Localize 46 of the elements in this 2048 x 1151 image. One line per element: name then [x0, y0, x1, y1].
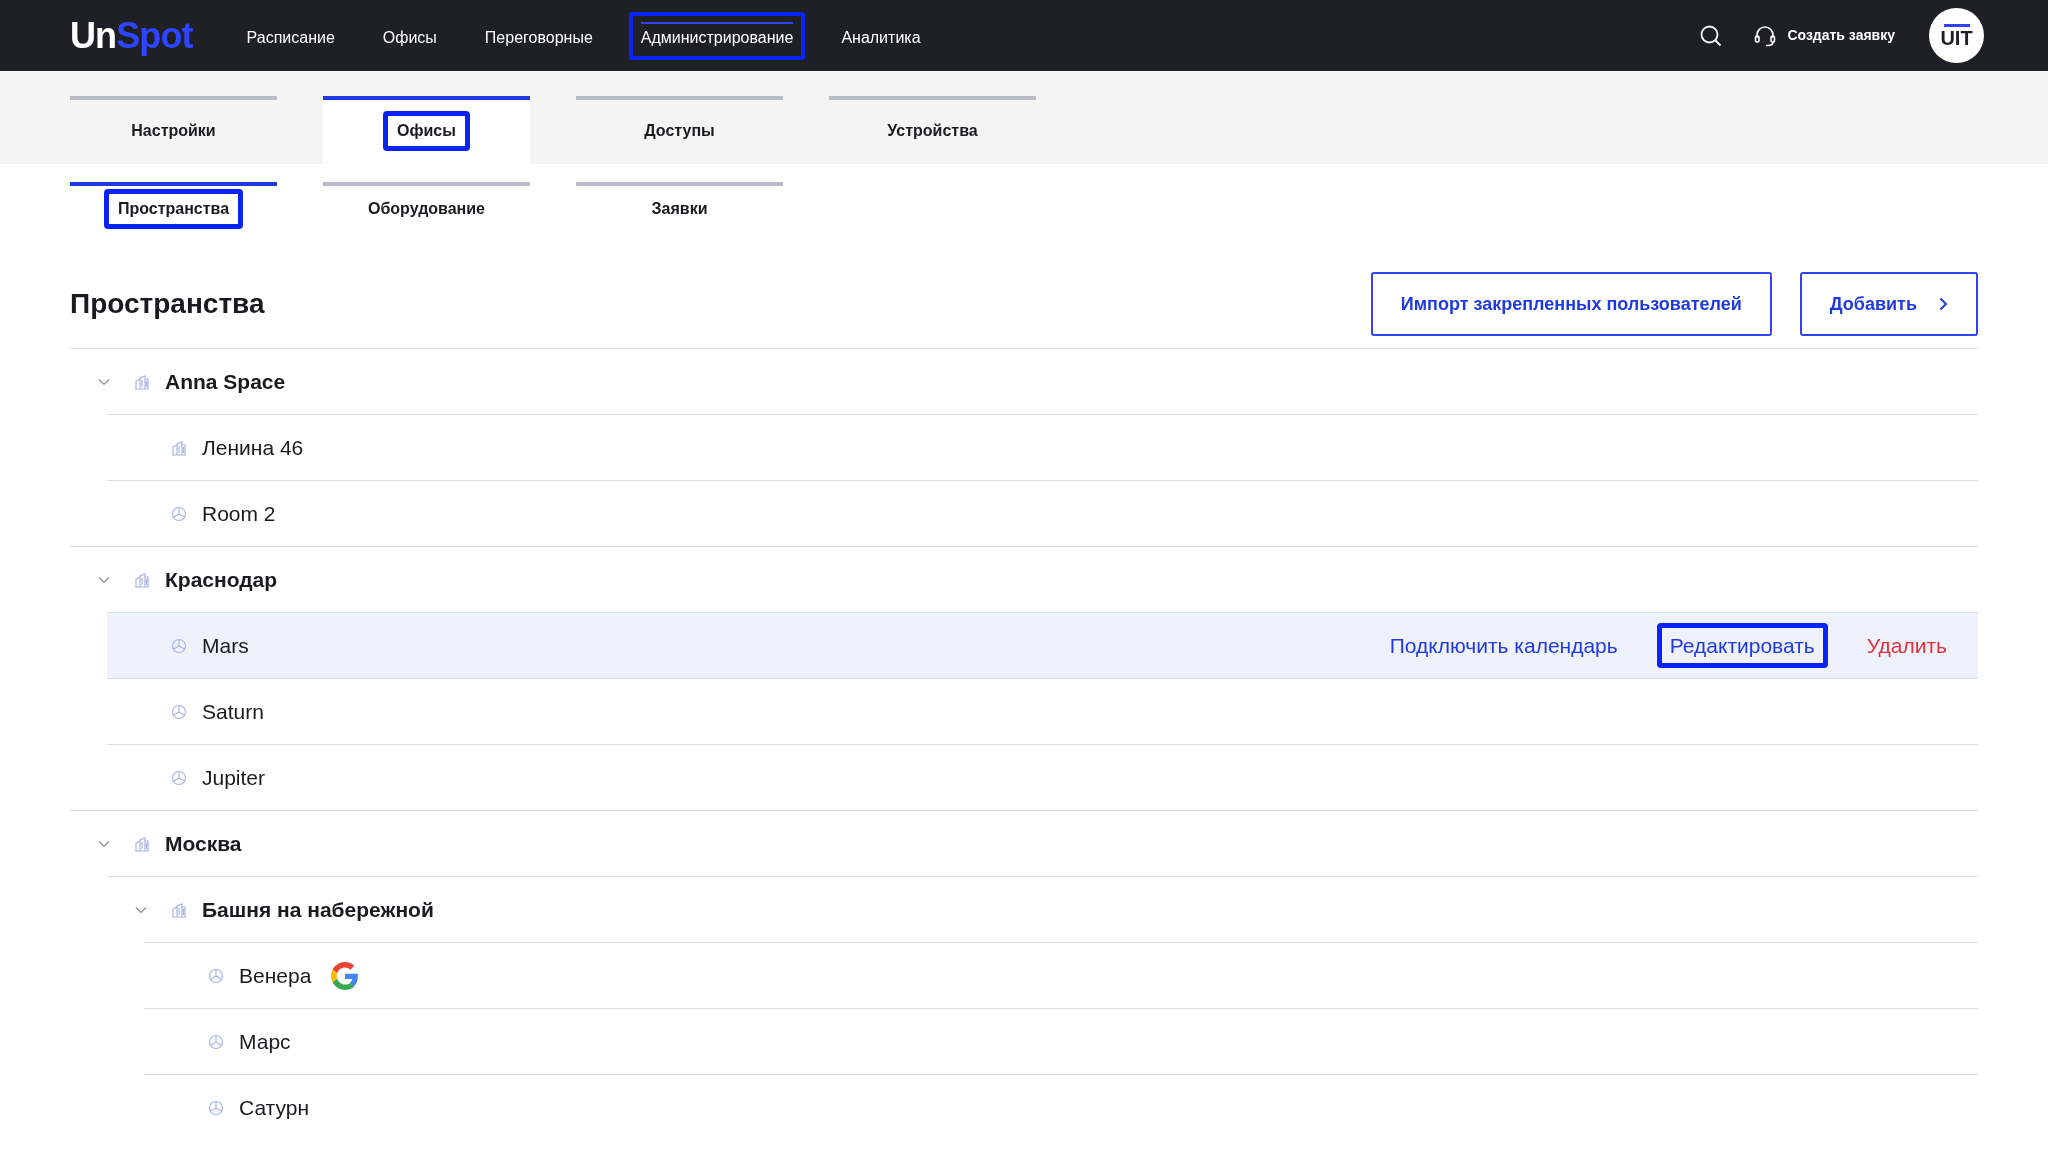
chevron-down-icon[interactable] — [98, 839, 110, 848]
headset-icon — [1753, 23, 1778, 48]
building-icon — [134, 571, 150, 588]
space-name: Сатурн — [239, 1094, 309, 1121]
chevron-down-icon[interactable] — [135, 905, 147, 914]
space-name: Saturn — [202, 698, 264, 725]
chevron-right-icon — [1939, 297, 1948, 311]
subtab[interactable]: Заявки — [576, 182, 783, 232]
chevron-down-icon[interactable] — [98, 377, 110, 386]
support-link[interactable]: Создать заявку — [1753, 23, 1895, 48]
logo[interactable]: UnSpot — [70, 8, 193, 63]
tab[interactable]: Настройки — [70, 96, 277, 164]
tab[interactable]: Устройства — [829, 96, 1036, 164]
building-icon — [134, 835, 150, 852]
google-g-icon — [331, 961, 360, 990]
space-name: Башня на набережной — [202, 896, 434, 923]
delete-link[interactable]: Удалить — [1853, 622, 1960, 669]
action-link[interactable]: Подключить календарь — [1376, 622, 1631, 669]
tab[interactable]: Доступы — [576, 96, 783, 164]
space-name: Mars — [202, 632, 249, 659]
add-button[interactable]: Добавить — [1799, 272, 1978, 336]
space-name: Краснодар — [165, 566, 278, 593]
nav-link[interactable]: Расписание — [234, 11, 347, 60]
space-name: Ленина 46 — [202, 434, 304, 461]
space-name: Jupiter — [202, 764, 266, 791]
building-icon — [171, 901, 187, 918]
search-icon[interactable] — [1699, 23, 1724, 48]
import-button[interactable]: Импорт закрепленных пользователей — [1370, 272, 1772, 336]
space-name: Марс — [239, 1028, 291, 1055]
space-name: Москва — [165, 830, 242, 857]
tree-row[interactable]: Mars Подключить календарь Редактировать Удалить — [107, 612, 1978, 678]
nav-link[interactable]: Офисы — [370, 11, 449, 60]
page-title: Пространства — [70, 287, 265, 321]
space-name: Anna Space — [165, 368, 286, 395]
space-name: Венера — [239, 962, 312, 989]
building-icon — [171, 439, 187, 456]
nav-link[interactable]: Администрирование — [628, 11, 806, 60]
nav-link[interactable]: Аналитика — [829, 11, 933, 60]
building-icon — [134, 373, 150, 390]
tab[interactable]: Офисы — [323, 96, 530, 164]
subtab[interactable]: Оборудование — [323, 182, 530, 232]
chevron-down-icon[interactable] — [98, 575, 110, 584]
action-link[interactable]: Редактировать — [1656, 622, 1828, 669]
space-name: Room 2 — [202, 500, 276, 527]
nav-link[interactable]: Переговорные — [472, 11, 605, 60]
avatar[interactable]: UIT — [1929, 8, 1984, 63]
